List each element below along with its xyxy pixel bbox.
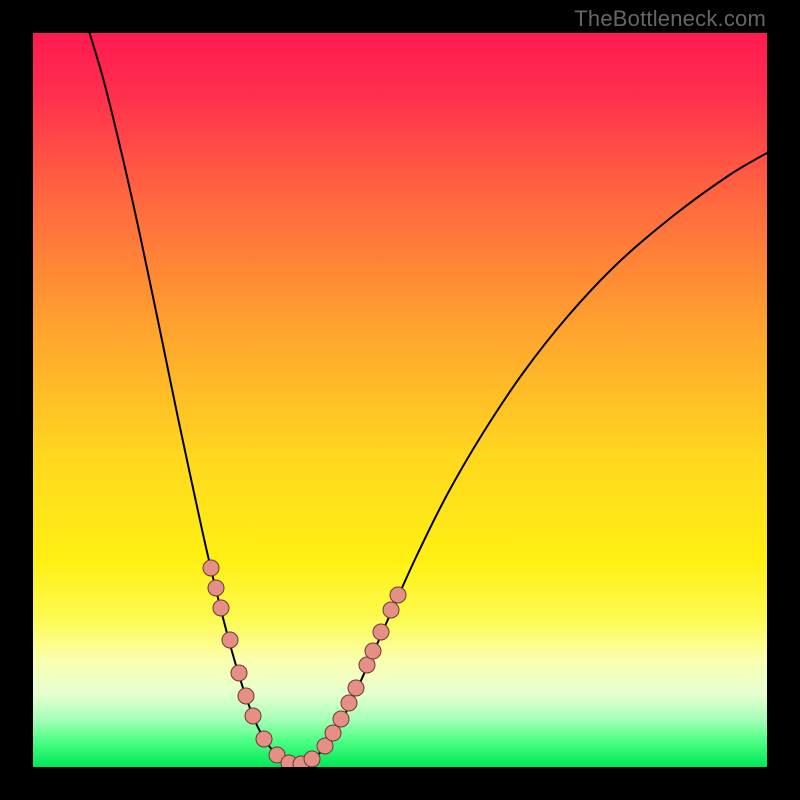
marker-point (238, 688, 254, 704)
marker-point (365, 643, 381, 659)
marker-point (333, 711, 349, 727)
marker-point (231, 665, 247, 681)
bottleneck-curve-left (88, 33, 295, 765)
marker-point (222, 632, 238, 648)
watermark-text: TheBottleneck.com (574, 6, 766, 32)
chart-stage: TheBottleneck.com (0, 0, 800, 800)
marker-point (390, 587, 406, 603)
plot-area (33, 33, 767, 767)
marker-point (373, 624, 389, 640)
marker-point (304, 751, 320, 767)
marker-point (245, 708, 261, 724)
marker-point (213, 600, 229, 616)
marker-point (325, 725, 341, 741)
marker-point (203, 560, 219, 576)
marker-point (208, 580, 224, 596)
curve-layer (33, 33, 767, 767)
marker-point (383, 602, 399, 618)
marker-point (341, 695, 357, 711)
marker-point (348, 680, 364, 696)
marker-point (256, 731, 272, 747)
